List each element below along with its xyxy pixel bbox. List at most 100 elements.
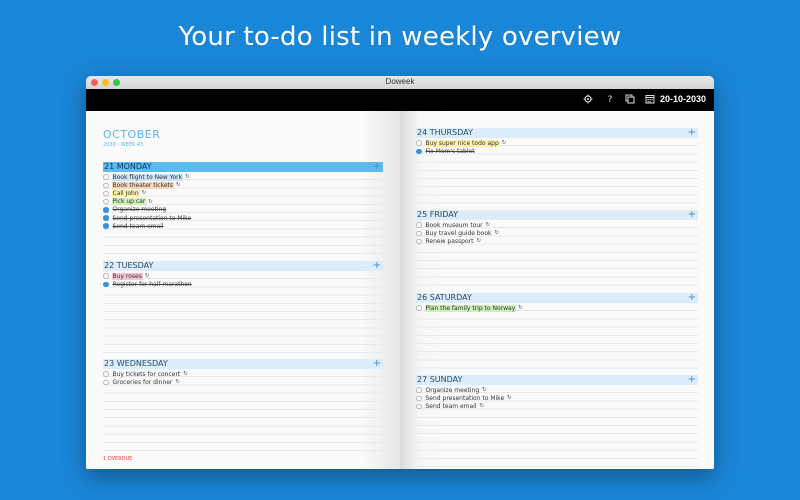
task-checkbox[interactable] — [416, 148, 422, 155]
task-text[interactable]: Groceries for dinner — [112, 379, 174, 386]
task-text[interactable]: Book flight to New York — [111, 173, 184, 181]
task-item[interactable]: Renew passport ↻ — [416, 237, 698, 245]
task-checkbox[interactable] — [103, 198, 109, 205]
task-item[interactable]: Groceries for dinner ↻ — [103, 378, 383, 386]
day-label: 22 TUESDAY — [104, 261, 154, 270]
add-task-button[interactable]: + — [688, 293, 696, 303]
task-item[interactable]: Buy travel guide book ↻ — [416, 229, 698, 237]
task-checkbox[interactable] — [416, 395, 422, 402]
repeat-icon: ↻ — [175, 379, 181, 386]
overdue-count[interactable]: 1 OVERDUE — [103, 456, 132, 462]
repeat-icon: ↻ — [494, 230, 500, 237]
task-item[interactable]: Pick up car ↻ — [103, 198, 383, 206]
day-section: 24 THURSDAY + Buy super nice todo app ↻ Fix … — [416, 128, 698, 220]
task-item[interactable]: Buy roses ↻ — [103, 272, 383, 280]
day-header: 24 THURSDAY + — [416, 128, 698, 138]
task-checkbox[interactable] — [416, 305, 422, 311]
add-task-button[interactable]: + — [373, 261, 381, 271]
task-checkbox[interactable] — [103, 273, 109, 279]
settings-icon[interactable] — [582, 94, 594, 106]
task-checkbox[interactable] — [103, 223, 109, 229]
day-header: 27 SUNDAY + — [416, 375, 698, 385]
repeat-icon: ↻ — [501, 140, 507, 147]
current-date[interactable]: 20-10-2030 — [660, 94, 706, 104]
task-text[interactable]: Buy super nice todo app — [424, 139, 500, 147]
task-checkbox[interactable] — [103, 215, 109, 221]
copy-icon[interactable] — [624, 94, 636, 106]
task-text[interactable]: Fix Mom's tablet — [425, 148, 476, 155]
repeat-icon: ↻ — [183, 371, 188, 378]
task-text[interactable]: Renew passport — [425, 238, 475, 245]
month-title: OCTOBER — [103, 128, 161, 141]
task-list: Buy super nice todo app ↻ Fix Mom's tablet — [416, 139, 698, 155]
toolbar: ? 20-10-2030 — [86, 89, 714, 111]
task-checkbox[interactable] — [103, 371, 109, 377]
task-item[interactable]: Organize meeting — [103, 206, 383, 214]
task-list: Book flight to New York ↻ Book theater tic… — [103, 173, 383, 230]
task-item[interactable]: Buy tickets for concert ↻ — [103, 370, 383, 378]
task-checkbox[interactable] — [416, 403, 422, 410]
task-text[interactable]: Send presentation to Mike — [112, 215, 193, 222]
task-item[interactable]: Book flight to New York ↻ — [103, 173, 383, 181]
task-checkbox[interactable] — [103, 174, 109, 180]
day-label: 26 SATURDAY — [417, 293, 472, 302]
add-task-button[interactable]: + — [373, 162, 381, 172]
task-checkbox[interactable] — [416, 140, 422, 146]
day-label: 21 MONDAY — [104, 162, 152, 171]
task-item[interactable]: Book theater tickets ↻ — [103, 181, 383, 189]
task-text[interactable]: Book theater tickets — [111, 181, 175, 189]
task-checkbox[interactable] — [103, 379, 109, 386]
task-item[interactable]: Buy super nice todo app ↻ — [416, 139, 698, 147]
task-checkbox[interactable] — [103, 281, 109, 288]
day-header: 22 TUESDAY + — [103, 261, 383, 271]
help-icon[interactable]: ? — [604, 94, 616, 106]
task-item[interactable]: Send team email ↻ — [416, 402, 698, 410]
repeat-icon: ↻ — [485, 222, 491, 229]
add-task-button[interactable]: + — [373, 359, 381, 369]
task-text[interactable]: Buy travel guide book — [425, 230, 493, 237]
repeat-icon: ↻ — [148, 198, 153, 205]
task-checkbox[interactable] — [103, 182, 109, 189]
task-item[interactable]: Call John ↻ — [103, 189, 383, 197]
task-text[interactable]: Organize meeting — [112, 206, 168, 213]
day-label: 25 FRIDAY — [417, 210, 458, 219]
task-checkbox[interactable] — [416, 222, 422, 228]
day-label: 27 SUNDAY — [417, 375, 463, 384]
task-checkbox[interactable] — [103, 190, 109, 197]
task-text[interactable]: Book museum tour — [425, 222, 484, 229]
task-text[interactable]: Organize meeting — [425, 387, 481, 394]
calendar-icon[interactable] — [644, 94, 656, 106]
add-task-button[interactable]: + — [688, 128, 696, 138]
task-checkbox[interactable] — [416, 387, 422, 393]
task-checkbox[interactable] — [103, 207, 109, 213]
task-item[interactable]: Send team email — [103, 222, 383, 230]
task-checkbox[interactable] — [416, 230, 422, 237]
day-section: 27 SUNDAY + Organize meeting ↻ Send presenta… — [416, 375, 698, 467]
task-item[interactable]: Send presentation to Mike ↻ — [416, 394, 698, 402]
task-list: Buy tickets for concert ↻ Groceries for di… — [103, 370, 383, 386]
title-bar[interactable]: Doweek — [86, 76, 714, 89]
repeat-icon: ↻ — [141, 190, 147, 197]
task-text[interactable]: Send team email — [425, 403, 478, 410]
task-text[interactable]: Pick up car — [111, 198, 147, 206]
task-item[interactable]: Fix Mom's tablet — [416, 147, 698, 155]
task-text[interactable]: Call John — [111, 189, 140, 197]
task-text[interactable]: Send presentation to Mike — [425, 395, 506, 402]
day-label: 24 THURSDAY — [417, 128, 473, 137]
day-header: 25 FRIDAY + — [416, 210, 698, 220]
task-text[interactable]: Plan the family trip to Norway — [424, 304, 517, 312]
task-item[interactable]: Register for half marathon — [103, 280, 383, 288]
task-text[interactable]: Register for half marathon — [112, 281, 193, 288]
app-window: Doweek ? 20-10-2030 OCTOBER 2030 - WEEK … — [86, 76, 714, 469]
task-item[interactable]: Organize meeting ↻ — [416, 386, 698, 394]
marketing-headline: Your to-do list in weekly overview — [178, 22, 622, 52]
task-text[interactable]: Send team email — [112, 223, 165, 230]
task-checkbox[interactable] — [416, 238, 422, 245]
add-task-button[interactable]: + — [688, 210, 696, 220]
task-item[interactable]: Send presentation to Mike — [103, 214, 383, 222]
task-item[interactable]: Plan the family trip to Norway ↻ — [416, 304, 698, 312]
task-text[interactable]: Buy roses — [111, 272, 143, 280]
task-item[interactable]: Book museum tour ↻ — [416, 221, 698, 229]
task-text[interactable]: Buy tickets for concert — [112, 371, 182, 378]
add-task-button[interactable]: + — [688, 375, 696, 385]
